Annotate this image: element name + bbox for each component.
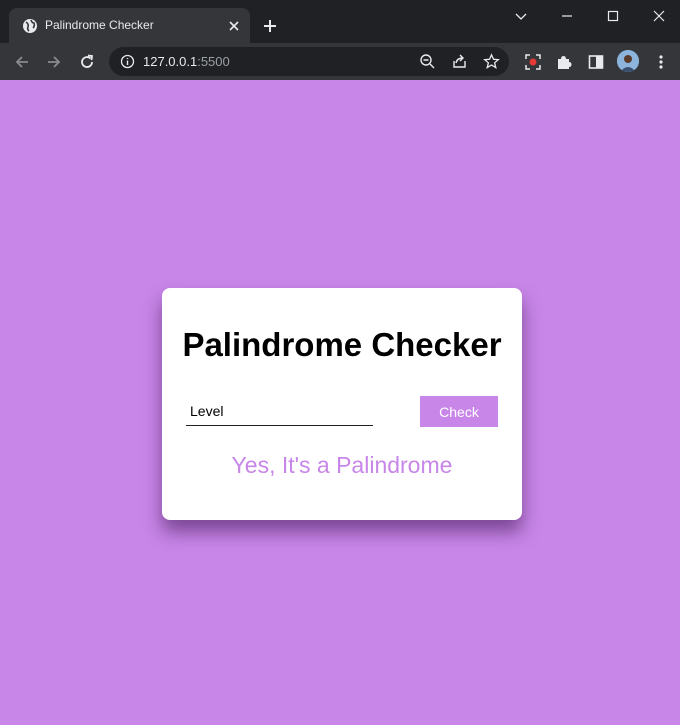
address-bar[interactable]: 127.0.0.1:5500 bbox=[109, 47, 509, 76]
profile-avatar-image bbox=[617, 50, 639, 72]
side-panel-icon[interactable] bbox=[587, 53, 605, 71]
maximize-icon[interactable] bbox=[605, 8, 621, 24]
browser-tab[interactable]: Palindrome Checker bbox=[9, 8, 250, 43]
screen-recorder-extension-icon[interactable] bbox=[524, 53, 542, 71]
result-message: Yes, It's a Palindrome bbox=[231, 452, 453, 478]
check-button[interactable]: Check bbox=[420, 396, 498, 427]
extensions-puzzle-icon[interactable] bbox=[555, 53, 573, 71]
info-icon[interactable] bbox=[120, 54, 135, 69]
url-host: 127.0.0.1 bbox=[143, 54, 198, 69]
more-menu-icon[interactable] bbox=[652, 53, 670, 71]
globe-icon bbox=[23, 19, 37, 33]
browser-toolbar: 127.0.0.1:5500 bbox=[0, 43, 680, 80]
back-arrow-icon[interactable] bbox=[13, 53, 31, 71]
tab-search-icon[interactable] bbox=[513, 8, 529, 24]
tab-title: Palindrome Checker bbox=[45, 18, 154, 32]
close-tab-icon[interactable] bbox=[227, 19, 241, 33]
palindrome-card: Palindrome Checker Check Yes, It's a Pal… bbox=[162, 288, 522, 520]
url-port: :5500 bbox=[197, 54, 230, 69]
url-text: 127.0.0.1:5500 bbox=[143, 54, 230, 69]
star-icon[interactable] bbox=[483, 53, 500, 70]
minimize-icon[interactable] bbox=[559, 8, 575, 24]
reload-icon[interactable] bbox=[78, 53, 96, 71]
word-input[interactable] bbox=[186, 396, 373, 426]
share-icon[interactable] bbox=[451, 53, 468, 70]
new-tab-icon[interactable] bbox=[262, 18, 278, 34]
zoom-icon[interactable] bbox=[419, 53, 436, 70]
browser-titlebar: Palindrome Checker bbox=[0, 0, 680, 43]
profile-avatar[interactable] bbox=[617, 50, 639, 72]
forward-arrow-icon[interactable] bbox=[45, 53, 63, 71]
page-title: Palindrome Checker bbox=[182, 326, 502, 363]
close-window-icon[interactable] bbox=[651, 8, 667, 24]
